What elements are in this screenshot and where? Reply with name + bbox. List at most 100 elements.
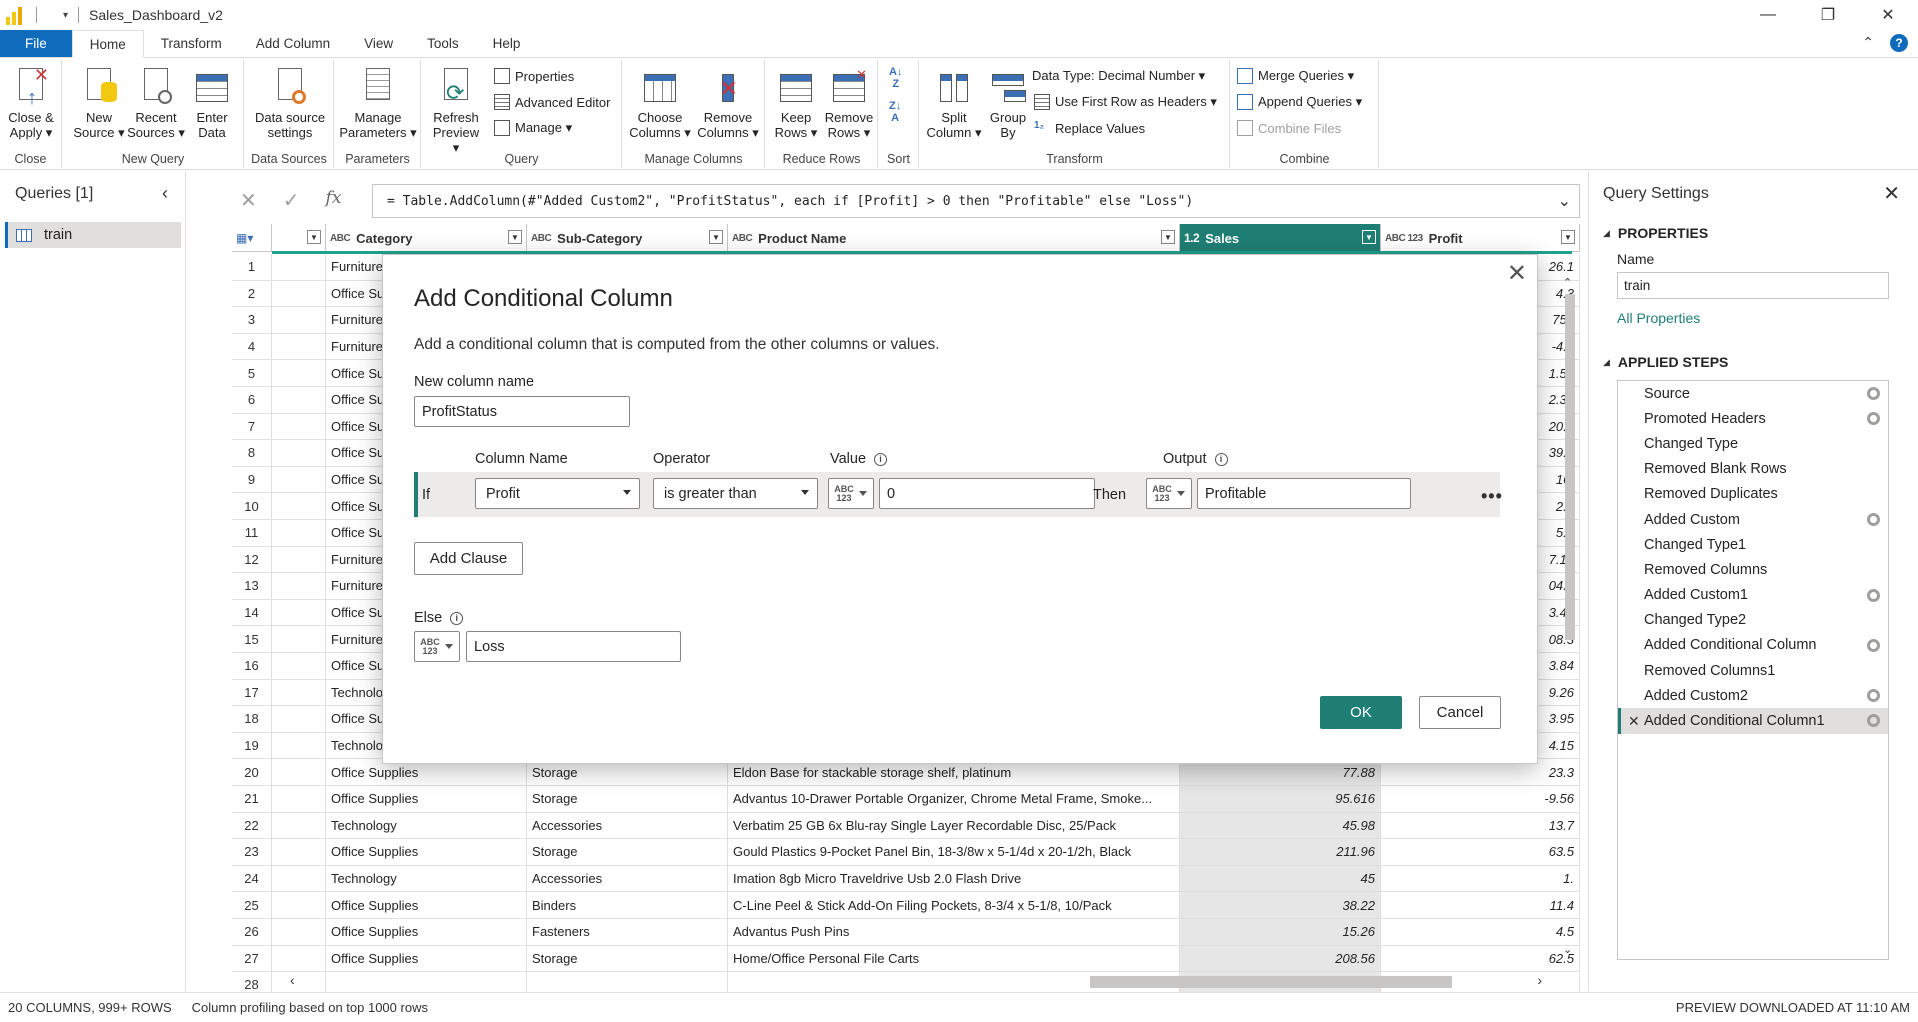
tab-view[interactable]: View [347,30,410,57]
cell-product-name[interactable]: C-Line Peel & Stick Add-On Filing Pocket… [728,892,1180,918]
row-number[interactable]: 10 [232,493,272,519]
cell-sub-category[interactable]: Accessories [527,865,728,892]
gear-icon[interactable] [1867,588,1880,602]
table-row[interactable]: 22 Technology Accessories Verbatim 25 GB 6x… [232,812,1580,840]
cancel-button[interactable]: Cancel [1419,696,1501,729]
expand-formula-icon[interactable]: ⌄ [1558,191,1571,211]
cell-sales[interactable]: 38.22 [1180,892,1381,918]
tab-tools[interactable]: Tools [410,30,476,57]
gear-icon[interactable] [1867,714,1880,728]
new-column-name-input[interactable]: ProfitStatus [414,396,630,427]
row-number[interactable]: 16 [232,653,272,679]
row-cell-index[interactable] [272,892,326,918]
table-row[interactable]: 23 Office Supplies Storage Gould Plastics 9… [232,839,1580,866]
row-number[interactable]: 14 [232,599,272,626]
more-options-icon[interactable]: ••• [1481,486,1503,507]
else-type-select[interactable]: ABC 123 [414,631,460,662]
row-number[interactable]: 24 [232,865,272,892]
cancel-formula-icon[interactable]: ✕ [240,188,257,213]
cell-product-name[interactable]: Verbatim 25 GB 6x Blu-ray Single Layer R… [728,812,1180,839]
row-cell-index[interactable] [272,440,326,466]
applied-step[interactable]: Source [1618,381,1888,406]
column-name-select[interactable]: Profit [475,478,640,509]
row-number[interactable]: 11 [232,520,272,546]
cell-profit[interactable]: -9.56 [1381,786,1580,812]
applied-step[interactable]: Removed Blank Rows [1618,457,1888,482]
fx-icon[interactable]: fx [326,188,342,213]
column-header-index[interactable]: ▼ [272,224,326,252]
advanced-editor-button[interactable]: Advanced Editor [494,94,610,110]
applied-step[interactable]: Removed Columns1 [1618,658,1888,683]
applied-step[interactable]: Added Custom [1618,507,1888,532]
row-cell-index[interactable] [272,626,326,652]
scroll-right-icon[interactable]: › [1537,972,1542,988]
status-profiling[interactable]: Column profiling based on top 1000 rows [192,1000,428,1015]
gear-icon[interactable] [1867,689,1880,703]
cell-sales[interactable]: 211.96 [1180,839,1381,865]
row-number[interactable]: 25 [232,892,272,918]
row-number[interactable]: 27 [232,945,272,972]
row-cell-index[interactable] [272,599,326,626]
cell-category[interactable]: Office Supplies [326,892,527,918]
row-cell-index[interactable] [272,387,326,413]
filter-dropdown-icon[interactable]: ▼ [1161,230,1175,244]
close-window-button[interactable]: ✕ [1858,0,1918,30]
cell-product-name[interactable]: Home/Office Personal File Carts [728,945,1180,972]
tab-transform[interactable]: Transform [144,30,239,57]
output-type-select[interactable]: ABC 123 [1146,478,1192,509]
recent-sources-button[interactable]: Recent Sources ▾ [127,66,185,140]
row-cell-index[interactable] [272,945,326,972]
row-number[interactable]: 3 [232,307,272,333]
column-header-sales[interactable]: 1.2 Sales ▼ [1180,224,1381,252]
cell-profit[interactable]: 63.5 [1381,839,1580,865]
data-type-dropdown[interactable]: Data Type: Decimal Number ▾ [1032,68,1205,84]
row-cell-index[interactable] [272,573,326,599]
commit-formula-icon[interactable]: ✓ [283,188,300,213]
add-clause-button[interactable]: Add Clause [414,542,523,575]
cell-sub-category[interactable]: Accessories [527,812,728,839]
cell-sales[interactable]: 208.56 [1180,945,1381,972]
row-number[interactable]: 7 [232,413,272,440]
cell-profit[interactable]: 1. [1381,865,1580,892]
tab-file[interactable]: File [0,30,72,57]
scrollbar-thumb[interactable] [1090,976,1452,988]
applied-step[interactable]: Removed Duplicates [1618,482,1888,507]
row-cell-index[interactable] [272,307,326,333]
refresh-preview-button[interactable]: ⟳ Refresh Preview ▾ [428,66,484,155]
applied-step[interactable]: Added Custom2 [1618,683,1888,708]
filter-dropdown-icon[interactable]: ▼ [307,230,321,244]
cell-category[interactable]: Office Supplies [326,786,527,812]
row-number[interactable]: 23 [232,839,272,865]
scrollbar-thumb[interactable] [1565,294,1575,640]
split-column-button[interactable]: Split Column ▾ [926,66,982,140]
minimize-button[interactable]: — [1738,0,1798,30]
row-number[interactable]: 4 [232,333,272,360]
collapse-ribbon-icon[interactable]: ⌃ [1862,34,1874,52]
applied-step[interactable]: Added Custom1 [1618,583,1888,608]
vertical-scrollbar[interactable]: ⌃ ⌄ [1562,276,1578,956]
info-icon[interactable]: i [874,452,888,466]
row-number[interactable]: 19 [232,732,272,759]
row-number[interactable]: 22 [232,812,272,839]
scroll-left-icon[interactable]: ‹ [290,972,295,988]
cell-product-name[interactable]: Advantus Push Pins [728,919,1180,945]
tab-home[interactable]: Home [71,30,144,58]
applied-steps-section[interactable]: ◢ APPLIED STEPS [1603,354,1728,370]
table-menu-button[interactable]: ▦▾ [232,224,272,252]
row-cell-index[interactable] [272,812,326,839]
row-number[interactable]: 5 [232,360,272,386]
row-cell-index[interactable] [272,786,326,812]
table-row[interactable]: 25 Office Supplies Binders C-Line Peel & St… [232,892,1580,919]
applied-step[interactable]: Removed Columns [1618,557,1888,582]
cell-product-name[interactable]: Advantus 10-Drawer Portable Organizer, C… [728,786,1180,812]
row-cell-index[interactable] [272,493,326,519]
row-number[interactable]: 26 [232,919,272,945]
row-number[interactable]: 9 [232,466,272,493]
gear-icon[interactable] [1867,512,1880,526]
cell-sub-category[interactable]: Fasteners [527,919,728,945]
row-cell-index[interactable] [272,546,326,573]
cell-profit[interactable]: 13.7 [1381,812,1580,839]
gear-icon[interactable] [1867,638,1880,652]
operator-select[interactable]: is greater than [653,478,818,509]
table-row[interactable]: 26 Office Supplies Fasteners Advantus Push … [232,919,1580,946]
